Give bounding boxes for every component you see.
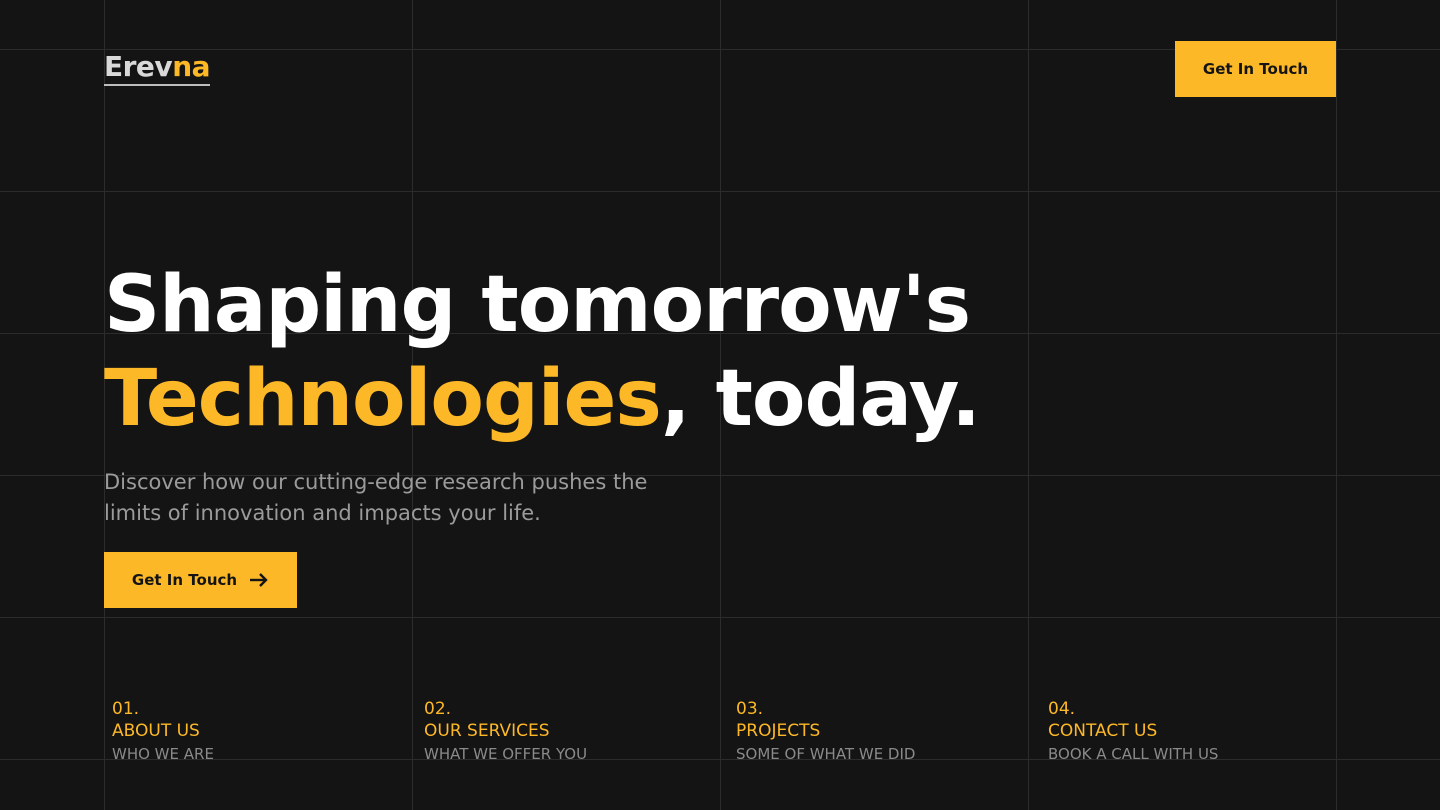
nav-item-about-us[interactable]: 01. ABOUT US WHO WE ARE: [112, 698, 402, 766]
header-cta-label: Get In Touch: [1202, 60, 1309, 78]
arrow-right-icon: [249, 572, 269, 588]
hero-headline-accent: Technologies: [104, 354, 662, 444]
nav-item-subtitle: WHO WE ARE: [112, 745, 214, 763]
grid-line: [1028, 0, 1029, 810]
hero-headline-line2: , today.: [660, 354, 981, 444]
nav-item-subtitle: BOOK A CALL WITH US: [1048, 745, 1219, 763]
nav-item-our-services[interactable]: 02. OUR SERVICES WHAT WE OFFER YOU: [424, 698, 714, 766]
hero-subtitle: Discover how our cutting-edge research p…: [104, 470, 648, 525]
nav-item-subtitle: WHAT WE OFFER YOU: [424, 745, 588, 763]
nav-item-number: 01.: [112, 699, 140, 719]
grid-line: [0, 191, 1440, 192]
nav-item-number: 03.: [736, 699, 764, 719]
nav-item-title: ABOUT US: [112, 721, 200, 741]
nav-item-subtitle: SOME OF WHAT WE DID: [736, 745, 916, 763]
nav-item-number: 04.: [1048, 699, 1076, 719]
grid-line: [0, 617, 1440, 618]
nav-item-projects[interactable]: 03. PROJECTS SOME OF WHAT WE DID: [736, 698, 1026, 766]
hero-cta-label: Get In Touch: [131, 571, 238, 589]
nav-item-title: CONTACT US: [1048, 721, 1158, 741]
nav-item-number: 02.: [424, 699, 452, 719]
page: Erevna Get In Touch Shaping tomorrow's T…: [0, 0, 1440, 810]
grid-line: [1336, 0, 1337, 810]
logo[interactable]: Erevna: [104, 50, 211, 86]
logo-text-part2: na: [172, 50, 211, 83]
hero-headline: Shaping tomorrow's Technologies, today.: [104, 258, 981, 446]
header-get-in-touch-button[interactable]: Get In Touch: [1175, 41, 1336, 97]
nav-item-contact-us[interactable]: 04. CONTACT US BOOK A CALL WITH US: [1048, 698, 1338, 766]
logo-text-part1: Erev: [104, 50, 173, 83]
hero-headline-line1: Shaping tomorrow's: [104, 260, 971, 350]
hero-get-in-touch-button[interactable]: Get In Touch: [104, 552, 297, 608]
nav-item-title: PROJECTS: [736, 721, 821, 741]
nav-item-title: OUR SERVICES: [424, 721, 550, 741]
